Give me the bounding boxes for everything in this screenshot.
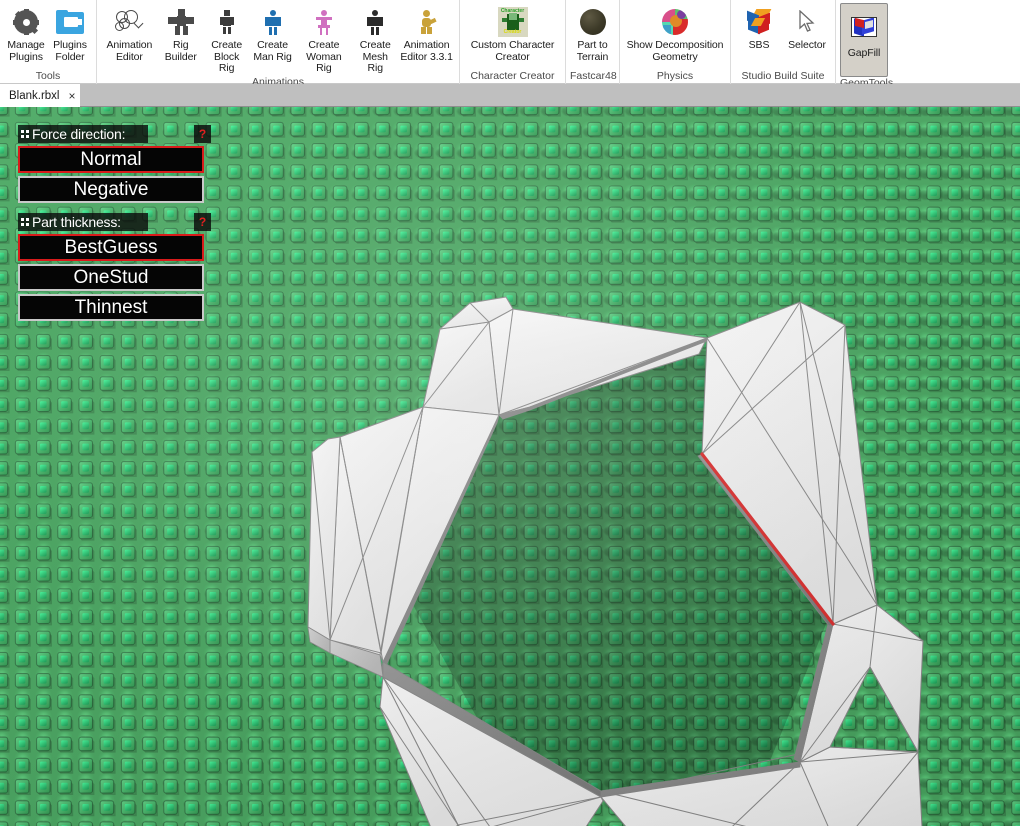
document-tab-bar: Blank.rbxl × bbox=[0, 84, 1020, 107]
gapfill-icon bbox=[848, 12, 880, 42]
part-to-terrain-label: Part toTerrain bbox=[577, 40, 608, 63]
create-woman-rig-button[interactable]: CreateWoman Rig bbox=[295, 2, 352, 76]
gear-icon bbox=[10, 7, 42, 37]
sbs-button[interactable]: SBS bbox=[735, 2, 783, 53]
studio-window: ManagePlugins PluginsFolder Tools bbox=[0, 0, 1020, 826]
ribbon-group-title-tools: Tools bbox=[4, 70, 92, 84]
ribbon-group-title-fastcar48: Fastcar48 bbox=[570, 70, 615, 84]
custom-character-creator-button[interactable]: Character Creator Custom CharacterCreato… bbox=[464, 2, 561, 64]
force-direction-option-negative[interactable]: Negative bbox=[18, 176, 204, 203]
selector-label: Selector bbox=[788, 40, 826, 52]
ribbon-group-geomtools: GapFill GeomTools bbox=[836, 0, 892, 84]
create-man-rig-button[interactable]: CreateMan Rig bbox=[250, 2, 296, 64]
animation-editor-331-button[interactable]: AnimationEditor 3.3.1 bbox=[398, 2, 455, 64]
folder-plugin-icon bbox=[54, 7, 86, 37]
force-direction-panel[interactable]: Force direction: ? Normal Negative bbox=[18, 125, 208, 203]
animation-editor-label: AnimationEditor bbox=[107, 40, 153, 63]
create-block-rig-label: CreateBlock Rig bbox=[206, 40, 248, 75]
part-thickness-title: Part thickness: bbox=[32, 214, 121, 230]
create-woman-rig-label: CreateWoman Rig bbox=[297, 40, 350, 75]
part-thickness-option-onestud[interactable]: OneStud bbox=[18, 264, 204, 291]
drag-handle-icon[interactable] bbox=[21, 129, 30, 140]
force-direction-help-button[interactable]: ? bbox=[194, 125, 211, 143]
man-rig-icon bbox=[257, 7, 289, 37]
tab-label: Blank.rbxl bbox=[9, 90, 60, 102]
ribbon-group-physics: Show DecompositionGeometry Physics bbox=[620, 0, 731, 84]
animation-editor-331-label: AnimationEditor 3.3.1 bbox=[400, 40, 453, 63]
custom-character-creator-icon: Character Creator bbox=[497, 7, 529, 37]
selector-button[interactable]: Selector bbox=[783, 2, 831, 53]
ribbon-group-character-creator: Character Creator Custom CharacterCreato… bbox=[460, 0, 566, 84]
cursor-icon-svg bbox=[797, 10, 817, 34]
rig-builder-button[interactable]: RigBuilder bbox=[158, 2, 204, 64]
rig-builder-icon bbox=[165, 7, 197, 37]
animation-editor-icon bbox=[113, 7, 145, 37]
ribbon-group-title-physics: Physics bbox=[624, 70, 726, 84]
part-thickness-panel[interactable]: Part thickness: ? BestGuess OneStud Thin… bbox=[18, 213, 208, 321]
mesh-rig-icon bbox=[359, 7, 391, 37]
sbs-icon bbox=[743, 7, 775, 37]
force-direction-options: Normal Negative bbox=[18, 146, 208, 203]
decomposition-geometry-icon bbox=[659, 7, 691, 37]
ribbon-group-studio-build-suite: SBS Selector Studio Build Suite bbox=[731, 0, 836, 84]
force-direction-option-normal[interactable]: Normal bbox=[18, 146, 204, 173]
create-block-rig-button[interactable]: CreateBlock Rig bbox=[204, 2, 250, 76]
close-icon[interactable]: × bbox=[69, 90, 76, 102]
part-thickness-help-button[interactable]: ? bbox=[194, 213, 211, 231]
part-to-terrain-button[interactable]: Part toTerrain bbox=[570, 2, 615, 64]
tab-blank-rbxl[interactable]: Blank.rbxl × bbox=[0, 84, 80, 107]
force-direction-titlebar[interactable]: Force direction: ? bbox=[18, 125, 148, 143]
ribbon-group-title-character-creator: Character Creator bbox=[464, 70, 561, 84]
custom-character-creator-label: Custom CharacterCreator bbox=[471, 40, 555, 63]
sbs-label: SBS bbox=[749, 40, 770, 52]
woman-rig-icon bbox=[308, 7, 340, 37]
plugins-ribbon: ManagePlugins PluginsFolder Tools bbox=[0, 0, 1020, 84]
gapfill-button[interactable]: GapFill bbox=[840, 3, 888, 77]
ribbon-group-animations: AnimationEditor RigBuilder bbox=[97, 0, 460, 84]
manage-plugins-label: ManagePlugins bbox=[7, 40, 44, 63]
part-thickness-options: BestGuess OneStud Thinnest bbox=[18, 234, 208, 321]
animation-editor-331-icon bbox=[411, 7, 443, 37]
ribbon-group-tools: ManagePlugins PluginsFolder Tools bbox=[0, 0, 97, 84]
create-mesh-rig-button[interactable]: CreateMesh Rig bbox=[352, 2, 398, 76]
create-man-rig-label: CreateMan Rig bbox=[253, 40, 291, 63]
part-thickness-titlebar[interactable]: Part thickness: ? bbox=[18, 213, 148, 231]
cursor-icon bbox=[791, 7, 823, 37]
gapfill-label: GapFill bbox=[848, 48, 881, 60]
animation-editor-button[interactable]: AnimationEditor bbox=[101, 2, 158, 64]
plugins-folder-label: PluginsFolder bbox=[53, 40, 87, 63]
show-decomposition-geometry-button[interactable]: Show DecompositionGeometry bbox=[624, 2, 726, 64]
ribbon-group-title-studio-build-suite: Studio Build Suite bbox=[735, 70, 831, 84]
plugins-folder-button[interactable]: PluginsFolder bbox=[48, 2, 92, 64]
part-thickness-option-bestguess[interactable]: BestGuess bbox=[18, 234, 204, 261]
3d-viewport[interactable]: Force direction: ? Normal Negative Part … bbox=[0, 107, 1020, 826]
manage-plugins-button[interactable]: ManagePlugins bbox=[4, 2, 48, 64]
part-thickness-option-thinnest[interactable]: Thinnest bbox=[18, 294, 204, 321]
ribbon-group-fastcar48: Part toTerrain Fastcar48 bbox=[566, 0, 620, 84]
create-mesh-rig-label: CreateMesh Rig bbox=[354, 40, 396, 75]
block-rig-icon bbox=[211, 7, 243, 37]
part-to-terrain-icon bbox=[577, 7, 609, 37]
drag-handle-icon[interactable] bbox=[21, 217, 30, 228]
force-direction-title: Force direction: bbox=[32, 126, 125, 142]
show-decomposition-geometry-label: Show DecompositionGeometry bbox=[627, 40, 724, 63]
rig-builder-label: RigBuilder bbox=[165, 40, 197, 63]
